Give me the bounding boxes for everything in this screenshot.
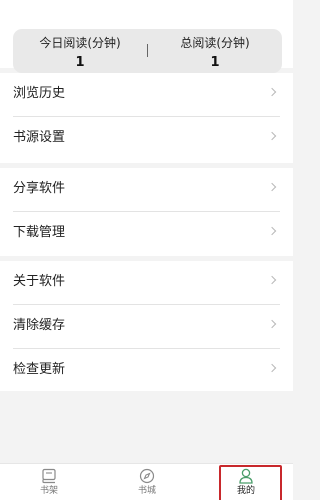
menu-item-clear-cache[interactable]: 清除缓存 [0,305,293,349]
stats-header: 今日阅读(分钟) 1 总阅读(分钟) 1 [0,0,293,73]
chevron-right-icon [267,226,277,236]
total-reading-value: 1 [210,55,220,70]
book-icon [42,468,56,484]
person-icon [239,468,253,484]
menu-group-3: 关于软件 清除缓存 检查更新 [0,261,293,391]
tab-label: 书架 [39,486,58,496]
menu-item-download-manager[interactable]: 下载管理 [0,212,293,256]
menu-item-about[interactable]: 关于软件 [0,261,293,305]
compass-icon [139,468,155,484]
bottom-tab-bar: 书架 书城 我的 [0,463,293,500]
tab-label: 书城 [137,486,156,496]
tab-bookstore[interactable]: 书城 [117,467,177,499]
tab-bookshelf[interactable]: 书架 [19,467,79,499]
menu-item-label: 清除缓存 [13,318,66,333]
menu-item-browse-history[interactable]: 浏览历史 [0,73,293,117]
chevron-right-icon [267,319,277,329]
menu-item-label: 书源设置 [13,130,66,145]
total-reading-stat: 总阅读(分钟) 1 [148,36,282,72]
reading-stats-card: 今日阅读(分钟) 1 总阅读(分钟) 1 [13,29,282,73]
today-reading-label: 今日阅读(分钟) [39,36,121,50]
tab-mine[interactable]: 我的 [216,465,282,500]
menu-item-share-app[interactable]: 分享软件 [0,168,293,212]
menu-item-label: 检查更新 [13,362,66,377]
menu-item-label: 分享软件 [13,181,66,196]
chevron-right-icon [267,275,277,285]
menu-item-source-settings[interactable]: 书源设置 [0,117,293,161]
chevron-right-icon [267,182,277,192]
menu-group-2: 分享软件 下载管理 [0,168,293,256]
menu-item-check-update[interactable]: 检查更新 [0,349,293,393]
menu-group-1: 浏览历史 书源设置 [0,73,293,163]
today-reading-stat: 今日阅读(分钟) 1 [13,36,147,72]
menu-item-label: 关于软件 [13,274,66,289]
chevron-right-icon [267,87,277,97]
total-reading-label: 总阅读(分钟) [180,36,250,50]
menu-item-label: 下载管理 [13,225,66,240]
chevron-right-icon [267,363,277,373]
tab-label: 我的 [236,486,255,496]
menu-item-label: 浏览历史 [13,86,66,101]
chevron-right-icon [267,131,277,141]
today-reading-value: 1 [75,55,85,70]
app-root: 今日阅读(分钟) 1 总阅读(分钟) 1 浏览历史 书源设置 分享软件 下载管理… [0,0,293,500]
